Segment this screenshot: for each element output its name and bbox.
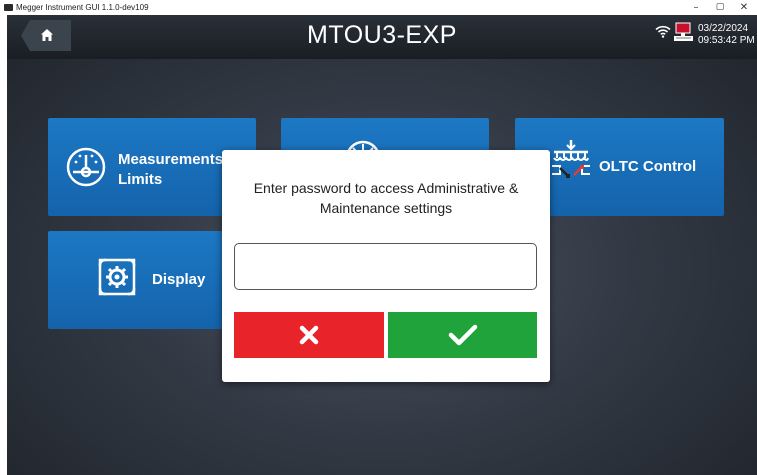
x-icon [299, 325, 319, 345]
page-title: MTOU3-EXP [307, 21, 457, 49]
minimize-button[interactable]: – [684, 0, 708, 15]
close-window-button[interactable]: ✕ [732, 0, 756, 15]
window-title: Megger Instrument GUI 1.1.0-dev109 [16, 3, 149, 12]
network-icon [674, 22, 693, 41]
checkmark-icon [448, 324, 477, 346]
header-bar: MTOU3-EXP 03/22/2024 09:53:42 PM [7, 15, 757, 59]
confirm-button[interactable] [388, 312, 537, 358]
wifi-icon [655, 25, 671, 38]
oltc-control-label: OLTC Control [599, 158, 697, 175]
display-settings-icon [98, 258, 136, 296]
datetime-display: 03/22/2024 09:53:42 PM [698, 23, 755, 47]
display-label: Display [152, 271, 206, 288]
oltc-icon [552, 140, 590, 178]
window-titlebar: Megger Instrument GUI 1.1.0-dev109 – ▢ ✕ [0, 0, 757, 15]
limits-label: Limits [118, 171, 163, 188]
dialog-message: Enter password to access Administrative … [253, 180, 519, 216]
gauge-icon [66, 147, 106, 187]
app-window-icon [4, 4, 13, 11]
time-text: 09:53:42 PM [698, 35, 755, 46]
app-area: MTOU3-EXP 03/22/2024 09:53:42 PM Measure… [7, 15, 757, 475]
date-text: 03/22/2024 [698, 23, 749, 34]
password-input[interactable] [234, 243, 537, 290]
measurements-label: Measurements [118, 151, 224, 168]
cancel-button[interactable] [234, 312, 384, 358]
restore-button[interactable]: ▢ [708, 0, 732, 15]
password-dialog: Enter password to access Administrative … [222, 150, 550, 382]
